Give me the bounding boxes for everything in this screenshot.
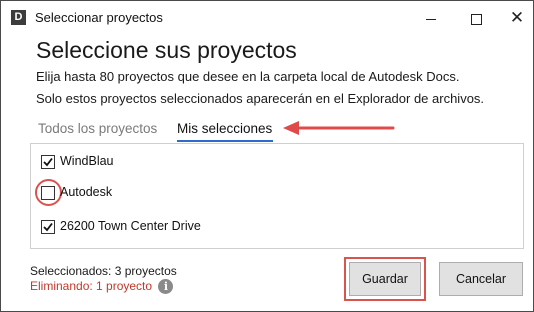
select-projects-dialog: D Seleccionar proyectos ✕ Seleccione sus… [0, 0, 534, 312]
annotation-arrow-icon [283, 121, 395, 135]
description-line-2: Solo estos proyectos seleccionados apare… [36, 91, 485, 106]
checkmark-icon [43, 222, 53, 232]
selected-count-text: Seleccionados: 3 proyectos [30, 264, 177, 278]
window-title: Seleccionar proyectos [35, 10, 163, 25]
project-name: Autodesk [60, 185, 113, 199]
removing-count-text: Eliminando: 1 proyecto [30, 279, 153, 293]
minimize-icon [426, 18, 436, 20]
tab-my-selections[interactable]: Mis selecciones [177, 121, 272, 136]
annotation-circle-icon [35, 179, 62, 206]
checkmark-icon [43, 157, 53, 167]
autodesk-docs-app-icon: D [11, 10, 26, 25]
removing-count-status: Eliminando: 1 proyecto i [30, 279, 174, 295]
maximize-icon [470, 13, 482, 25]
project-name: 26200 Town Center Drive [60, 219, 201, 233]
title-bar[interactable]: D Seleccionar proyectos ✕ [1, 1, 533, 35]
close-button[interactable]: ✕ [497, 5, 534, 31]
close-icon: ✕ [509, 8, 525, 27]
description-line-1: Elija hasta 80 proyectos que desee en la… [36, 69, 460, 84]
tab-all-projects[interactable]: Todos los proyectos [38, 121, 157, 136]
active-tab-indicator [177, 140, 273, 142]
project-checkbox[interactable] [41, 155, 55, 169]
project-checkbox[interactable] [41, 220, 55, 234]
dialog-heading: Seleccione sus proyectos [36, 37, 297, 63]
info-icon[interactable]: i [158, 279, 174, 295]
project-list: WindBlau Autodesk 26200 Town Center Driv… [30, 143, 524, 249]
project-name: WindBlau [60, 154, 114, 168]
cancel-button[interactable]: Cancelar [439, 262, 523, 296]
minimize-button[interactable] [411, 5, 451, 31]
save-button[interactable]: Guardar [349, 262, 421, 296]
maximize-button[interactable] [456, 5, 496, 31]
